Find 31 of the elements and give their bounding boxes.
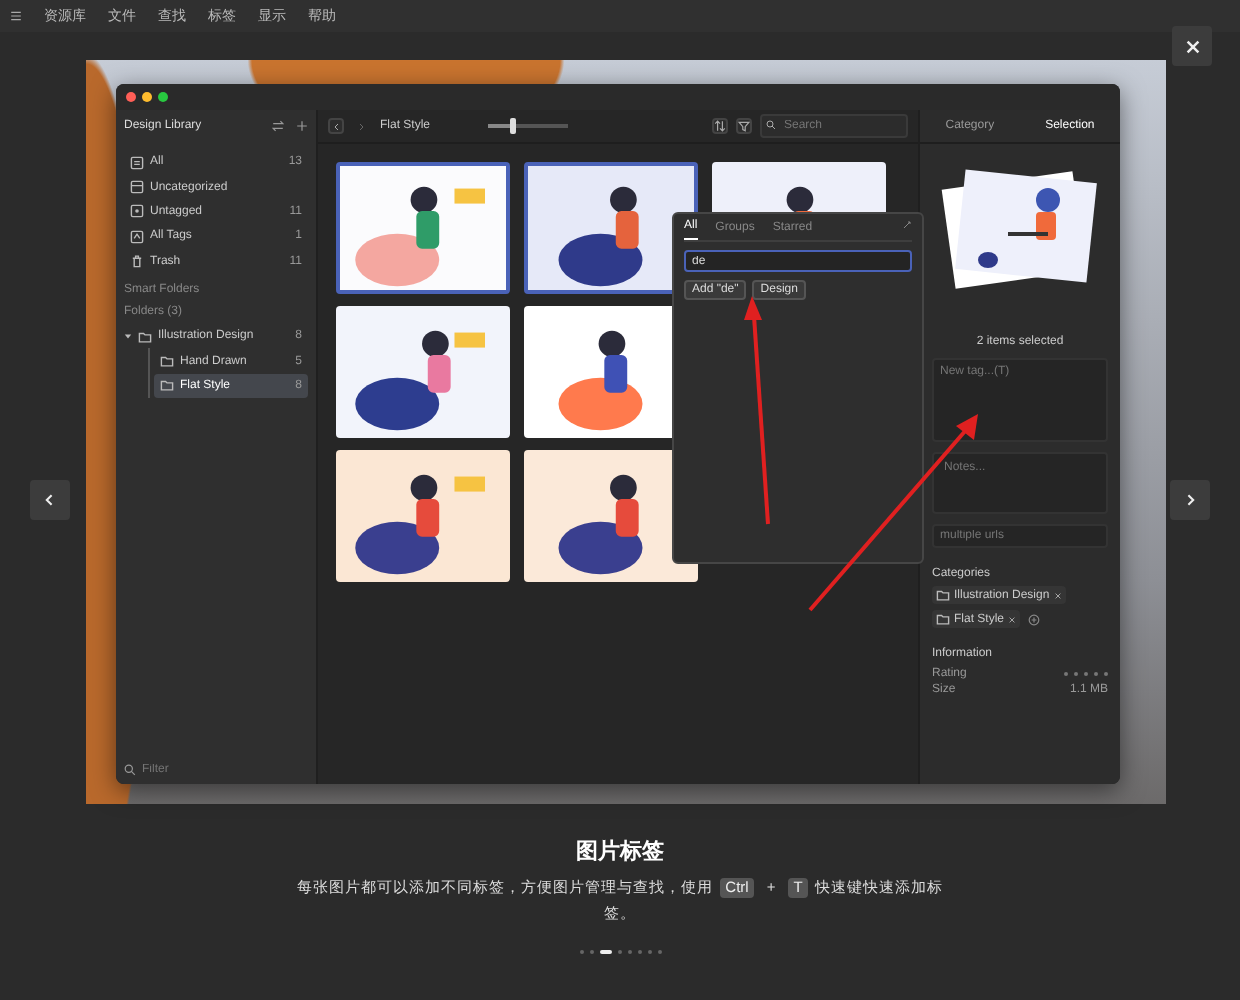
slider-thumb[interactable] — [509, 118, 516, 134]
close-button[interactable] — [1172, 26, 1212, 66]
back-button[interactable] — [328, 118, 344, 134]
tag-icon — [130, 204, 144, 219]
pin-icon — [902, 220, 912, 230]
minimize-window-dot[interactable] — [142, 92, 152, 102]
sort-icon — [714, 120, 726, 132]
menu-icon — [10, 10, 22, 22]
zoom-window-dot[interactable] — [158, 92, 168, 102]
chevron-left-icon — [42, 492, 58, 508]
filter-button[interactable] — [736, 118, 752, 134]
search-icon — [124, 764, 136, 776]
illustration-thumbnail[interactable] — [336, 306, 510, 438]
close-icon — [1008, 615, 1017, 623]
chevron-right-icon — [1182, 492, 1198, 508]
search-icon — [766, 120, 776, 130]
add-circle-icon — [1028, 613, 1041, 625]
illustration-thumbnail[interactable] — [336, 450, 510, 582]
sort-button[interactable] — [712, 118, 728, 134]
illustration-thumbnail[interactable] — [336, 162, 510, 294]
close-icon — [1053, 591, 1062, 599]
add-icon — [296, 120, 308, 132]
swap-icon — [272, 120, 284, 132]
caption-title: 图片标签 — [574, 837, 666, 866]
grid-icon — [130, 155, 144, 170]
tags-icon — [130, 229, 144, 244]
box-icon — [130, 180, 144, 195]
funnel-icon — [738, 120, 750, 132]
close-icon — [1183, 37, 1201, 55]
trash-icon — [130, 254, 144, 269]
close-window-dot[interactable] — [126, 92, 136, 102]
